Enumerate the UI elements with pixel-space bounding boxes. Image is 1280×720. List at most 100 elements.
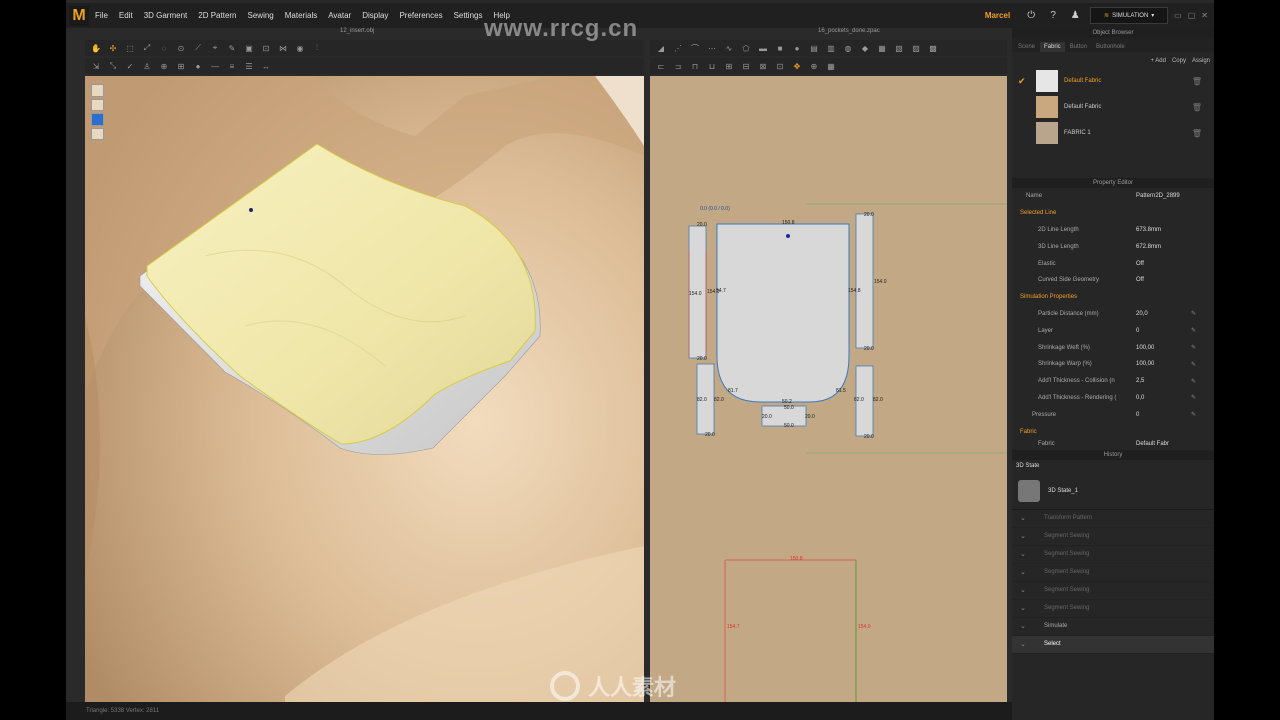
camera-icon[interactable]: [91, 98, 104, 111]
fold-arrange-icon[interactable]: ▨: [909, 42, 923, 54]
internal-poly-icon[interactable]: ▤: [807, 42, 821, 54]
power-icon[interactable]: ⏻: [1024, 9, 1038, 23]
tab-fabric[interactable]: Fabric: [1040, 42, 1065, 52]
view-mode-icon[interactable]: [91, 84, 104, 97]
section-selected-line[interactable]: Selected Line: [1012, 205, 1214, 222]
tab-button[interactable]: Button: [1066, 42, 1091, 52]
expand-icon[interactable]: ↔: [259, 60, 273, 72]
prop-row[interactable]: Curved Side Geometry Off: [1012, 272, 1214, 289]
tuck-icon[interactable]: ⊞: [722, 60, 736, 72]
fabric-item[interactable]: FABRIC 1 🗑: [1012, 120, 1214, 146]
menu-file[interactable]: File: [95, 11, 108, 20]
menu-materials[interactable]: Materials: [285, 11, 317, 20]
menu-settings[interactable]: Settings: [454, 11, 483, 20]
section-simulation-properties[interactable]: Simulation Properties: [1012, 289, 1214, 306]
prop-row[interactable]: Shrinkage Warp (%) 100,00 ✎: [1012, 356, 1214, 373]
prop-row[interactable]: Layer 0 ✎: [1012, 322, 1214, 339]
graphic-icon[interactable]: ▦: [824, 60, 838, 72]
prop-row[interactable]: Pressure 0 ✎: [1012, 406, 1214, 423]
layers-icon[interactable]: ≡: [225, 60, 239, 72]
arrange-icon[interactable]: ▣: [242, 42, 256, 54]
symmetric-icon[interactable]: ▩: [926, 42, 940, 54]
menu-2d-pattern[interactable]: 2D Pattern: [198, 11, 236, 20]
history-item[interactable]: ⌄ Segment Sewing: [1012, 546, 1214, 564]
history-state-item[interactable]: 3D State_1: [1012, 474, 1214, 510]
maximize-icon[interactable]: ▢: [1188, 11, 1196, 20]
menu-avatar[interactable]: Avatar: [328, 11, 351, 20]
prop-row[interactable]: Add'l Thickness - Collision (n 2,5 ✎: [1012, 373, 1214, 390]
avatar-toggle-icon[interactable]: [91, 127, 104, 140]
edit-point-icon[interactable]: ⋰: [671, 42, 685, 54]
lasso-icon[interactable]: ◌: [157, 42, 171, 54]
avatar-pose-icon[interactable]: ♙: [140, 60, 154, 72]
add-point-icon[interactable]: ⋯: [705, 42, 719, 54]
tab-buttonhole[interactable]: Buttonhole: [1092, 42, 1129, 52]
prop-row[interactable]: Shrinkage Weft (%) 100,00 ✎: [1012, 339, 1214, 356]
circle-icon[interactable]: ●: [790, 42, 804, 54]
edit-sewing-icon[interactable]: ⊓: [688, 60, 702, 72]
close-icon[interactable]: ✕: [1201, 11, 1208, 20]
pleat-icon[interactable]: ⊟: [739, 60, 753, 72]
fit-icon[interactable]: ⊡: [259, 42, 273, 54]
assign-fabric-button[interactable]: Assign: [1192, 58, 1210, 64]
view-3d[interactable]: [85, 76, 644, 702]
free-sewing-icon[interactable]: ⊐: [671, 60, 685, 72]
hand-tool-icon[interactable]: ✋: [89, 42, 103, 54]
brush-icon[interactable]: ✎: [225, 42, 239, 54]
offset-icon[interactable]: ▧: [892, 42, 906, 54]
menu-sewing[interactable]: Sewing: [248, 11, 274, 20]
dart-icon[interactable]: ◆: [858, 42, 872, 54]
view-2d[interactable]: 0.0 (0.0 / 0.0) 150.8 154.0 154.0 54.7 1…: [650, 76, 1007, 702]
tack-icon[interactable]: ⌖: [208, 42, 222, 54]
shading-icon[interactable]: [91, 113, 104, 126]
simulation-button[interactable]: ≋ SIMULATION ▾: [1090, 7, 1169, 24]
account-icon[interactable]: ♟: [1068, 9, 1082, 23]
history-item[interactable]: ⌄ Segment Sewing: [1012, 528, 1214, 546]
button-tool-icon[interactable]: ◉: [293, 42, 307, 54]
edit-curve-icon[interactable]: ⌒: [688, 42, 702, 54]
help-icon[interactable]: ?: [1046, 9, 1060, 23]
sphere-icon[interactable]: ●: [191, 60, 205, 72]
strap-icon[interactable]: ⋈: [276, 42, 290, 54]
fabric-item[interactable]: Default Fabric 🗑: [1012, 94, 1214, 120]
trash-icon[interactable]: 🗑: [1192, 103, 1202, 112]
topstitch-icon[interactable]: ⊡: [773, 60, 787, 72]
grid-icon[interactable]: ⊞: [174, 60, 188, 72]
history-item[interactable]: ⌄ Segment Sewing: [1012, 600, 1214, 618]
prop-row[interactable]: Add'l Thickness - Rendering ( 0,0 ✎: [1012, 390, 1214, 407]
line-icon[interactable]: —: [208, 60, 222, 72]
tab-scene[interactable]: Scene: [1014, 42, 1039, 52]
transform-icon[interactable]: ⤢: [140, 42, 154, 54]
stack-icon[interactable]: ☰: [242, 60, 256, 72]
tape-icon[interactable]: ⤡: [106, 60, 120, 72]
menu-edit[interactable]: Edit: [119, 11, 133, 20]
square-icon[interactable]: ■: [773, 42, 787, 54]
internal-rect-icon[interactable]: ▥: [824, 42, 838, 54]
check-sewing-icon[interactable]: ⊔: [705, 60, 719, 72]
texture-icon[interactable]: ⊠: [756, 60, 770, 72]
select-box-icon[interactable]: ⬚: [123, 42, 137, 54]
menu-display[interactable]: Display: [362, 11, 388, 20]
prop-value[interactable]: Pattern2D_2899: [1136, 193, 1180, 199]
prop-row[interactable]: Particle Distance (mm) 20,0 ✎: [1012, 306, 1214, 323]
menu-3d-garment[interactable]: 3D Garment: [144, 11, 188, 20]
section-fabric[interactable]: Fabric: [1012, 423, 1214, 440]
annotation-icon[interactable]: ⊕: [807, 60, 821, 72]
fold-icon[interactable]: ⟋: [191, 42, 205, 54]
pin-icon[interactable]: ⊙: [174, 42, 188, 54]
minimize-icon[interactable]: ▭: [1174, 11, 1182, 20]
menu-preferences[interactable]: Preferences: [399, 11, 442, 20]
measure-icon[interactable]: ⇲: [89, 60, 103, 72]
add-fabric-button[interactable]: + Add: [1150, 58, 1166, 64]
check-icon[interactable]: ✓: [123, 60, 137, 72]
rectangle-icon[interactable]: ▬: [756, 42, 770, 54]
arrange-point-icon[interactable]: ⊕: [157, 60, 171, 72]
trash-icon[interactable]: 🗑: [1192, 129, 1202, 138]
internal-circle-icon[interactable]: ◍: [841, 42, 855, 54]
polygon-icon[interactable]: ⬠: [739, 42, 753, 54]
history-item[interactable]: ⌄ Simulate: [1012, 618, 1214, 636]
move-tool-icon[interactable]: ✣: [106, 42, 120, 54]
fabric-item[interactable]: ✔ Default Fabric 🗑: [1012, 68, 1214, 94]
history-item[interactable]: ⌄ Segment Sewing: [1012, 564, 1214, 582]
curvature-icon[interactable]: ∿: [722, 42, 736, 54]
